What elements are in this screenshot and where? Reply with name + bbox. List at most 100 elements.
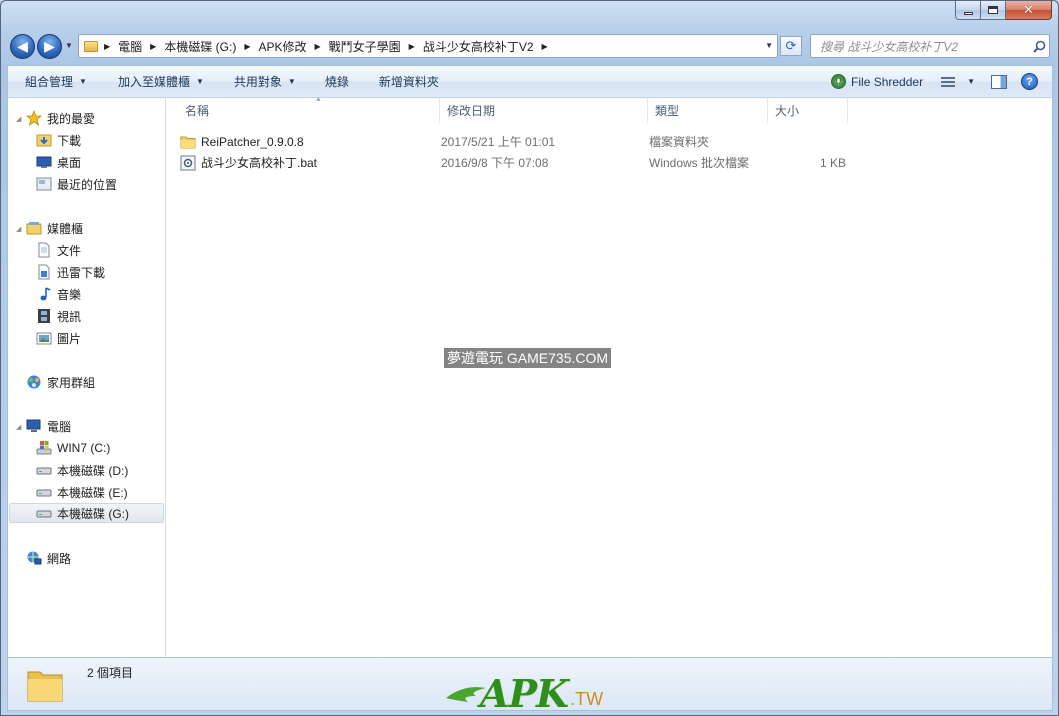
expand-arrow-icon[interactable]: ◢ — [16, 225, 21, 233]
column-modified-label: 修改日期 — [447, 104, 496, 118]
folder-icon — [84, 40, 98, 52]
table-row[interactable]: ReiPatcher_0.9.0.8 2017/5/21 上午 01:01 檔案… — [180, 131, 850, 152]
view-list-icon — [941, 76, 956, 87]
sidebar-item-downloads[interactable]: 下載 — [36, 130, 81, 150]
search-input[interactable]: 搜尋 战斗少女高校补丁V2 — [810, 34, 1050, 58]
chevron-right-icon[interactable]: ▶ — [409, 42, 415, 51]
sidebar-computer[interactable]: 電腦 — [26, 416, 71, 436]
hard-drive-icon — [36, 505, 52, 521]
downloads-folder-icon — [36, 132, 52, 148]
chevron-right-icon[interactable]: ▶ — [542, 42, 548, 51]
breadcrumb-battle-girls[interactable]: 戰鬥女子學園 — [329, 38, 401, 55]
minimize-button[interactable] — [955, 1, 981, 20]
computer-icon — [26, 418, 42, 434]
organize-menu-button[interactable]: 組合管理 ▼ — [8, 70, 99, 94]
file-name: 战斗少女高校补丁.bat — [201, 156, 318, 170]
column-header-modified[interactable]: 修改日期 — [440, 98, 648, 123]
help-icon[interactable]: ? — [1021, 73, 1038, 90]
close-icon: ✕ — [1023, 2, 1034, 18]
chevron-right-icon[interactable]: ▶ — [104, 42, 110, 51]
maximize-button[interactable] — [981, 1, 1006, 20]
new-folder-button[interactable]: 新增資料夾 — [361, 70, 451, 94]
library-icon — [26, 220, 42, 236]
expand-arrow-icon[interactable]: ◢ — [16, 423, 21, 431]
address-history-dropdown-icon[interactable]: ▼ — [765, 41, 773, 50]
search-placeholder: 搜尋 战斗少女高校补丁V2 — [820, 39, 959, 54]
sidebar-homegroup[interactable]: 家用群組 — [26, 372, 95, 392]
close-button[interactable]: ✕ — [1006, 1, 1052, 20]
expand-arrow-icon[interactable]: ◢ — [16, 115, 21, 123]
sidebar-item-documents[interactable]: 文件 — [36, 240, 81, 260]
file-modified-cell: 2017/5/21 上午 01:01 — [441, 135, 556, 149]
sidebar-item-label: 下載 — [57, 133, 82, 148]
homegroup-icon — [26, 374, 42, 390]
file-modified-cell: 2016/9/8 下午 07:08 — [441, 156, 549, 170]
logo-tld: .TW — [570, 689, 604, 709]
refresh-button[interactable]: ⟳ — [780, 36, 802, 56]
sidebar-item-label: 迅雷下載 — [57, 265, 106, 280]
sidebar-libraries[interactable]: 媒體櫃 — [26, 218, 83, 238]
apk-logo: APK .TW — [446, 670, 603, 714]
file-shredder-label: File Shredder — [851, 74, 924, 89]
breadcrumb-patch-v2[interactable]: 战斗少女高校补丁V2 — [423, 38, 534, 55]
sidebar-homegroup-label: 家用群組 — [47, 375, 96, 390]
forward-button[interactable]: ▶ — [37, 34, 62, 59]
sidebar-item-recent-places[interactable]: 最近的位置 — [36, 174, 117, 194]
minimize-icon — [963, 11, 973, 15]
star-icon — [25, 109, 43, 126]
music-note-icon — [36, 286, 52, 302]
sidebar-item-drive-g[interactable]: 本機磁碟 (G:) — [9, 503, 164, 523]
desktop-icon — [36, 154, 52, 170]
sidebar-item-pictures[interactable]: 圖片 — [36, 328, 81, 348]
breadcrumb-computer[interactable]: 電腦 — [118, 38, 142, 55]
recent-places-icon — [36, 176, 52, 192]
preview-pane-icon[interactable] — [991, 74, 1007, 89]
burn-button[interactable]: 燒錄 — [308, 70, 361, 94]
include-in-library-button[interactable]: 加入至媒體櫃 ▼ — [99, 70, 216, 94]
chevron-down-icon: ▼ — [79, 77, 87, 86]
file-size-cell: 1 KB — [819, 155, 846, 170]
search-icon[interactable] — [1029, 40, 1049, 53]
file-shredder-button[interactable]: U File Shredder — [831, 70, 931, 94]
navigation-pane: ◢ 我的最愛 下載 桌面 最近的位置 ◢ 媒體櫃 文件 迅雷下載 音樂 視訊 圖… — [8, 98, 166, 657]
sidebar-favorites[interactable]: 我的最愛 — [25, 108, 95, 128]
column-header-name[interactable]: 名稱 ▲ — [178, 96, 440, 123]
chevron-right-icon[interactable]: ▶ — [150, 42, 156, 51]
file-type-cell: Windows 批次檔案 — [649, 156, 750, 170]
breadcrumb-drive-g[interactable]: 本機磁碟 (G:) — [164, 38, 236, 55]
sidebar-item-thunder-downloads[interactable]: 迅雷下載 — [36, 262, 105, 282]
organize-label: 組合管理 — [25, 75, 74, 89]
sidebar-item-drive-e[interactable]: 本機磁碟 (E:) — [36, 482, 128, 502]
sidebar-item-videos[interactable]: 視訊 — [36, 306, 81, 326]
sidebar-item-music[interactable]: 音樂 — [36, 284, 81, 304]
sidebar-item-desktop[interactable]: 桌面 — [36, 152, 81, 172]
windows-drive-icon — [36, 440, 52, 456]
sidebar-item-label: 桌面 — [57, 155, 82, 170]
address-bar[interactable]: ▶ 電腦 ▶ 本機磁碟 (G:) ▶ APK修改 ▶ 戰鬥女子學園 ▶ 战斗少女… — [78, 34, 778, 58]
sidebar-item-label: 本機磁碟 (D:) — [57, 463, 129, 478]
sidebar-item-drive-d[interactable]: 本機磁碟 (D:) — [36, 460, 128, 480]
watermark-label: 夢遊電玩 GAME735.COM — [444, 348, 612, 368]
column-header-type[interactable]: 類型 — [648, 98, 768, 123]
shredder-icon: U — [831, 74, 847, 89]
file-name-cell: ReiPatcher_0.9.0.8 — [180, 131, 304, 152]
batch-file-icon — [180, 155, 196, 171]
film-icon — [36, 308, 52, 324]
sidebar-item-label: 圖片 — [57, 331, 82, 346]
share-with-button[interactable]: 共用對象 ▼ — [216, 70, 308, 94]
file-name: ReiPatcher_0.9.0.8 — [201, 134, 304, 149]
column-header-size[interactable]: 大小 — [768, 98, 848, 123]
sidebar-network[interactable]: 網路 — [26, 548, 71, 568]
chevron-right-icon[interactable]: ▶ — [244, 42, 250, 51]
folder-icon — [26, 666, 64, 704]
breadcrumb-apk-mod[interactable]: APK修改 — [258, 38, 306, 55]
chevron-right-icon[interactable]: ▶ — [315, 42, 321, 51]
file-type-cell: 檔案資料夾 — [649, 135, 710, 149]
change-view-button[interactable]: ▼ — [931, 70, 981, 94]
network-icon — [26, 550, 42, 566]
new-folder-label: 新增資料夾 — [378, 75, 439, 89]
table-row[interactable]: 战斗少女高校补丁.bat 2016/9/8 下午 07:08 Windows 批… — [180, 152, 850, 173]
recent-pages-dropdown-icon[interactable]: ▼ — [65, 41, 73, 50]
back-button[interactable]: ◀ — [10, 34, 35, 59]
sidebar-item-drive-c[interactable]: WIN7 (C:) — [36, 438, 110, 458]
